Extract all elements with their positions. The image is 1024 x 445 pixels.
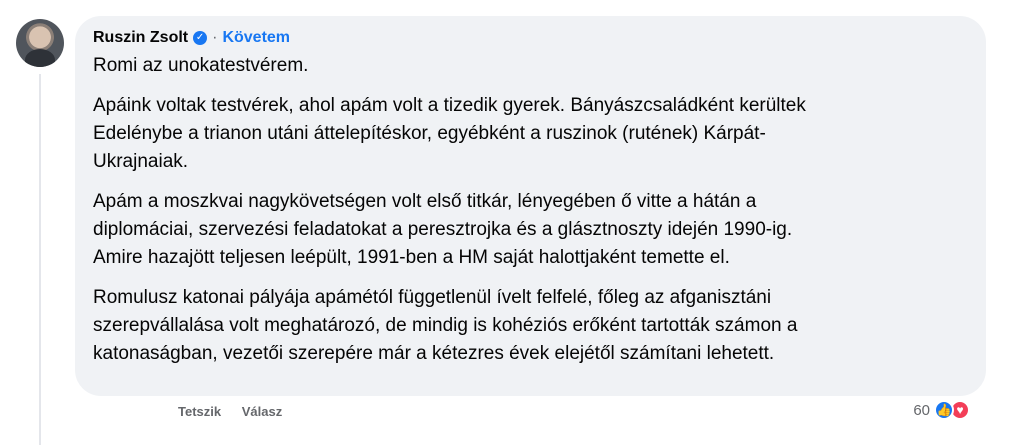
comment-paragraph-4: Romulusz katonai pályája apámétól függet…: [93, 284, 973, 368]
reaction-summary[interactable]: 60 👍 ♥: [913, 400, 970, 420]
author-name[interactable]: Ruszin Zsolt: [93, 29, 188, 47]
paragraph-2-line-2: Edelénybe a trianon utáni áttelepítéskor…: [93, 123, 766, 144]
follow-button[interactable]: Követem: [222, 29, 290, 47]
reply-button[interactable]: Válasz: [242, 404, 282, 419]
comment-actions: Tetszik Válasz: [178, 404, 299, 419]
paragraph-4-line-1: Romulusz katonai pályája apámétól függet…: [93, 287, 772, 308]
paragraph-4-line-2: szerepvállalása volt meghatározó, de min…: [93, 315, 798, 336]
reaction-count[interactable]: 60: [913, 402, 930, 419]
separator-dot: ·: [212, 29, 218, 46]
like-reaction-icon[interactable]: 👍: [934, 400, 954, 420]
paragraph-2-line-3: Ukrajnaiak.: [93, 151, 189, 172]
paragraph-3-line-2: diplomáciai, szervezési feladatokat a pe…: [93, 219, 793, 240]
comment-header: Ruszin Zsolt ✓ · Követem: [93, 26, 968, 50]
paragraph-3-line-3: Amire hazajött teljesen leépült, 1991-be…: [93, 247, 730, 268]
comment-paragraph-2: Apáink voltak testvérek, ahol apám volt …: [93, 92, 973, 176]
like-button[interactable]: Tetszik: [178, 404, 221, 419]
avatar[interactable]: [16, 19, 64, 67]
comment-bubble: Ruszin Zsolt ✓ · Követem Romi az unokate…: [75, 16, 986, 396]
paragraph-4-line-3: katonaságban, vezetői szerepére már a ké…: [93, 343, 775, 364]
paragraph-2-line-1: Apáink voltak testvérek, ahol apám volt …: [93, 95, 806, 116]
paragraph-3-line-1: Apám a moszkvai nagykövetségen volt első…: [93, 191, 757, 212]
comment-paragraph-1: Romi az unokatestvérem.: [93, 55, 309, 76]
thread-line: [39, 74, 41, 445]
comment-paragraph-3: Apám a moszkvai nagykövetségen volt első…: [93, 188, 973, 272]
verified-icon: ✓: [193, 31, 208, 45]
